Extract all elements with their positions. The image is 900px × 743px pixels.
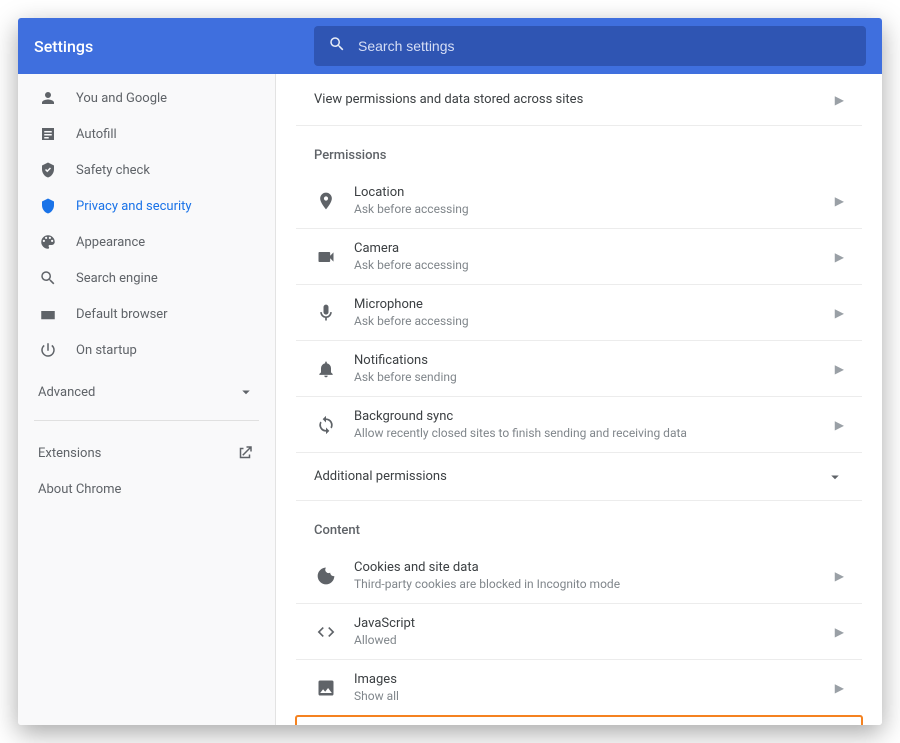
row-javascript[interactable]: JavaScript Allowed ▶ <box>296 604 862 660</box>
autofill-icon <box>38 125 58 143</box>
sidebar-item-label: Autofill <box>76 127 117 142</box>
sidebar-advanced[interactable]: Advanced <box>18 374 275 410</box>
sidebar-item-default-browser[interactable]: Default browser <box>18 296 275 332</box>
sidebar-item-label: Safety check <box>76 163 150 178</box>
search-engine-icon <box>38 269 58 287</box>
chevron-right-icon: ▶ <box>835 194 844 208</box>
row-subtitle: Allow recently closed sites to finish se… <box>354 426 819 440</box>
chevron-right-icon: ▶ <box>835 418 844 432</box>
open-external-icon <box>235 444 255 462</box>
header-bar: Settings <box>18 18 882 74</box>
row-title: Camera <box>354 241 819 256</box>
settings-window: Settings You and Google Autofill Safety … <box>18 18 882 725</box>
row-title: Microphone <box>354 297 819 312</box>
row-background-sync[interactable]: Background sync Allow recently closed si… <box>296 397 862 453</box>
sidebar-item-appearance[interactable]: Appearance <box>18 224 275 260</box>
code-icon <box>314 622 338 642</box>
section-permissions-label: Permissions <box>296 126 862 173</box>
sidebar-item-label: Appearance <box>76 235 145 250</box>
row-title: View permissions and data stored across … <box>314 92 819 107</box>
browser-icon <box>38 305 58 323</box>
sidebar-item-privacy-and-security[interactable]: Privacy and security <box>18 188 275 224</box>
row-subtitle: Ask before sending <box>354 370 819 384</box>
content-panel[interactable]: View permissions and data stored across … <box>276 74 882 725</box>
row-popups-and-redirects[interactable]: Pop-ups and redirects Blocked ▶ <box>296 716 862 725</box>
sidebar-item-label: Search engine <box>76 271 158 286</box>
sidebar-item-label: On startup <box>76 343 137 358</box>
sidebar-item-extensions[interactable]: Extensions <box>18 435 275 471</box>
camera-icon <box>314 247 338 267</box>
row-title: Background sync <box>354 409 819 424</box>
mic-icon <box>314 303 338 323</box>
row-images[interactable]: Images Show all ▶ <box>296 660 862 716</box>
chevron-right-icon: ▶ <box>835 625 844 639</box>
sidebar-divider <box>34 420 259 421</box>
person-icon <box>38 89 58 107</box>
page-title: Settings <box>34 37 314 56</box>
sidebar-item-label: Default browser <box>76 307 168 322</box>
search-box[interactable] <box>314 26 866 66</box>
sidebar-item-safety-check[interactable]: Safety check <box>18 152 275 188</box>
chevron-down-icon <box>237 383 255 401</box>
chevron-right-icon: ▶ <box>835 306 844 320</box>
row-location[interactable]: Location Ask before accessing ▶ <box>296 173 862 229</box>
safety-icon <box>38 161 58 179</box>
chevron-right-icon: ▶ <box>835 93 844 107</box>
row-subtitle: Ask before accessing <box>354 258 819 272</box>
row-view-permissions-data[interactable]: View permissions and data stored across … <box>296 74 862 126</box>
search-icon <box>328 35 346 57</box>
sidebar-item-label: You and Google <box>76 91 167 106</box>
shield-icon <box>38 197 58 215</box>
sidebar-item-search-engine[interactable]: Search engine <box>18 260 275 296</box>
sidebar-item-about-chrome[interactable]: About Chrome <box>18 471 275 507</box>
cookie-icon <box>314 566 338 586</box>
sidebar-item-on-startup[interactable]: On startup <box>18 332 275 368</box>
sidebar-item-you-and-google[interactable]: You and Google <box>18 80 275 116</box>
row-subtitle: Third-party cookies are blocked in Incog… <box>354 577 819 591</box>
chevron-right-icon: ▶ <box>835 569 844 583</box>
row-additional-permissions[interactable]: Additional permissions <box>296 453 862 501</box>
row-subtitle: Ask before accessing <box>354 202 819 216</box>
search-input[interactable] <box>358 38 852 54</box>
sidebar: You and Google Autofill Safety check Pri… <box>18 74 276 725</box>
row-title: Cookies and site data <box>354 560 819 575</box>
appearance-icon <box>38 233 58 251</box>
bell-icon <box>314 359 338 379</box>
chevron-down-icon <box>826 468 844 486</box>
row-cookies[interactable]: Cookies and site data Third-party cookie… <box>296 548 862 604</box>
advanced-label: Advanced <box>38 385 95 400</box>
image-icon <box>314 678 338 698</box>
body: You and Google Autofill Safety check Pri… <box>18 74 882 725</box>
power-icon <box>38 341 58 359</box>
row-microphone[interactable]: Microphone Ask before accessing ▶ <box>296 285 862 341</box>
row-camera[interactable]: Camera Ask before accessing ▶ <box>296 229 862 285</box>
row-title: Additional permissions <box>314 469 447 484</box>
row-subtitle: Show all <box>354 689 819 703</box>
row-title: Notifications <box>354 353 819 368</box>
location-icon <box>314 191 338 211</box>
sidebar-item-autofill[interactable]: Autofill <box>18 116 275 152</box>
row-title: Images <box>354 672 819 687</box>
about-label: About Chrome <box>38 482 121 497</box>
chevron-right-icon: ▶ <box>835 362 844 376</box>
row-subtitle: Allowed <box>354 633 819 647</box>
sidebar-item-label: Privacy and security <box>76 199 192 214</box>
section-content-label: Content <box>296 501 862 548</box>
row-notifications[interactable]: Notifications Ask before sending ▶ <box>296 341 862 397</box>
row-title: JavaScript <box>354 616 819 631</box>
sync-icon <box>314 415 338 435</box>
row-title: Location <box>354 185 819 200</box>
row-subtitle: Ask before accessing <box>354 314 819 328</box>
chevron-right-icon: ▶ <box>835 681 844 695</box>
chevron-right-icon: ▶ <box>835 250 844 264</box>
extensions-label: Extensions <box>38 446 101 461</box>
